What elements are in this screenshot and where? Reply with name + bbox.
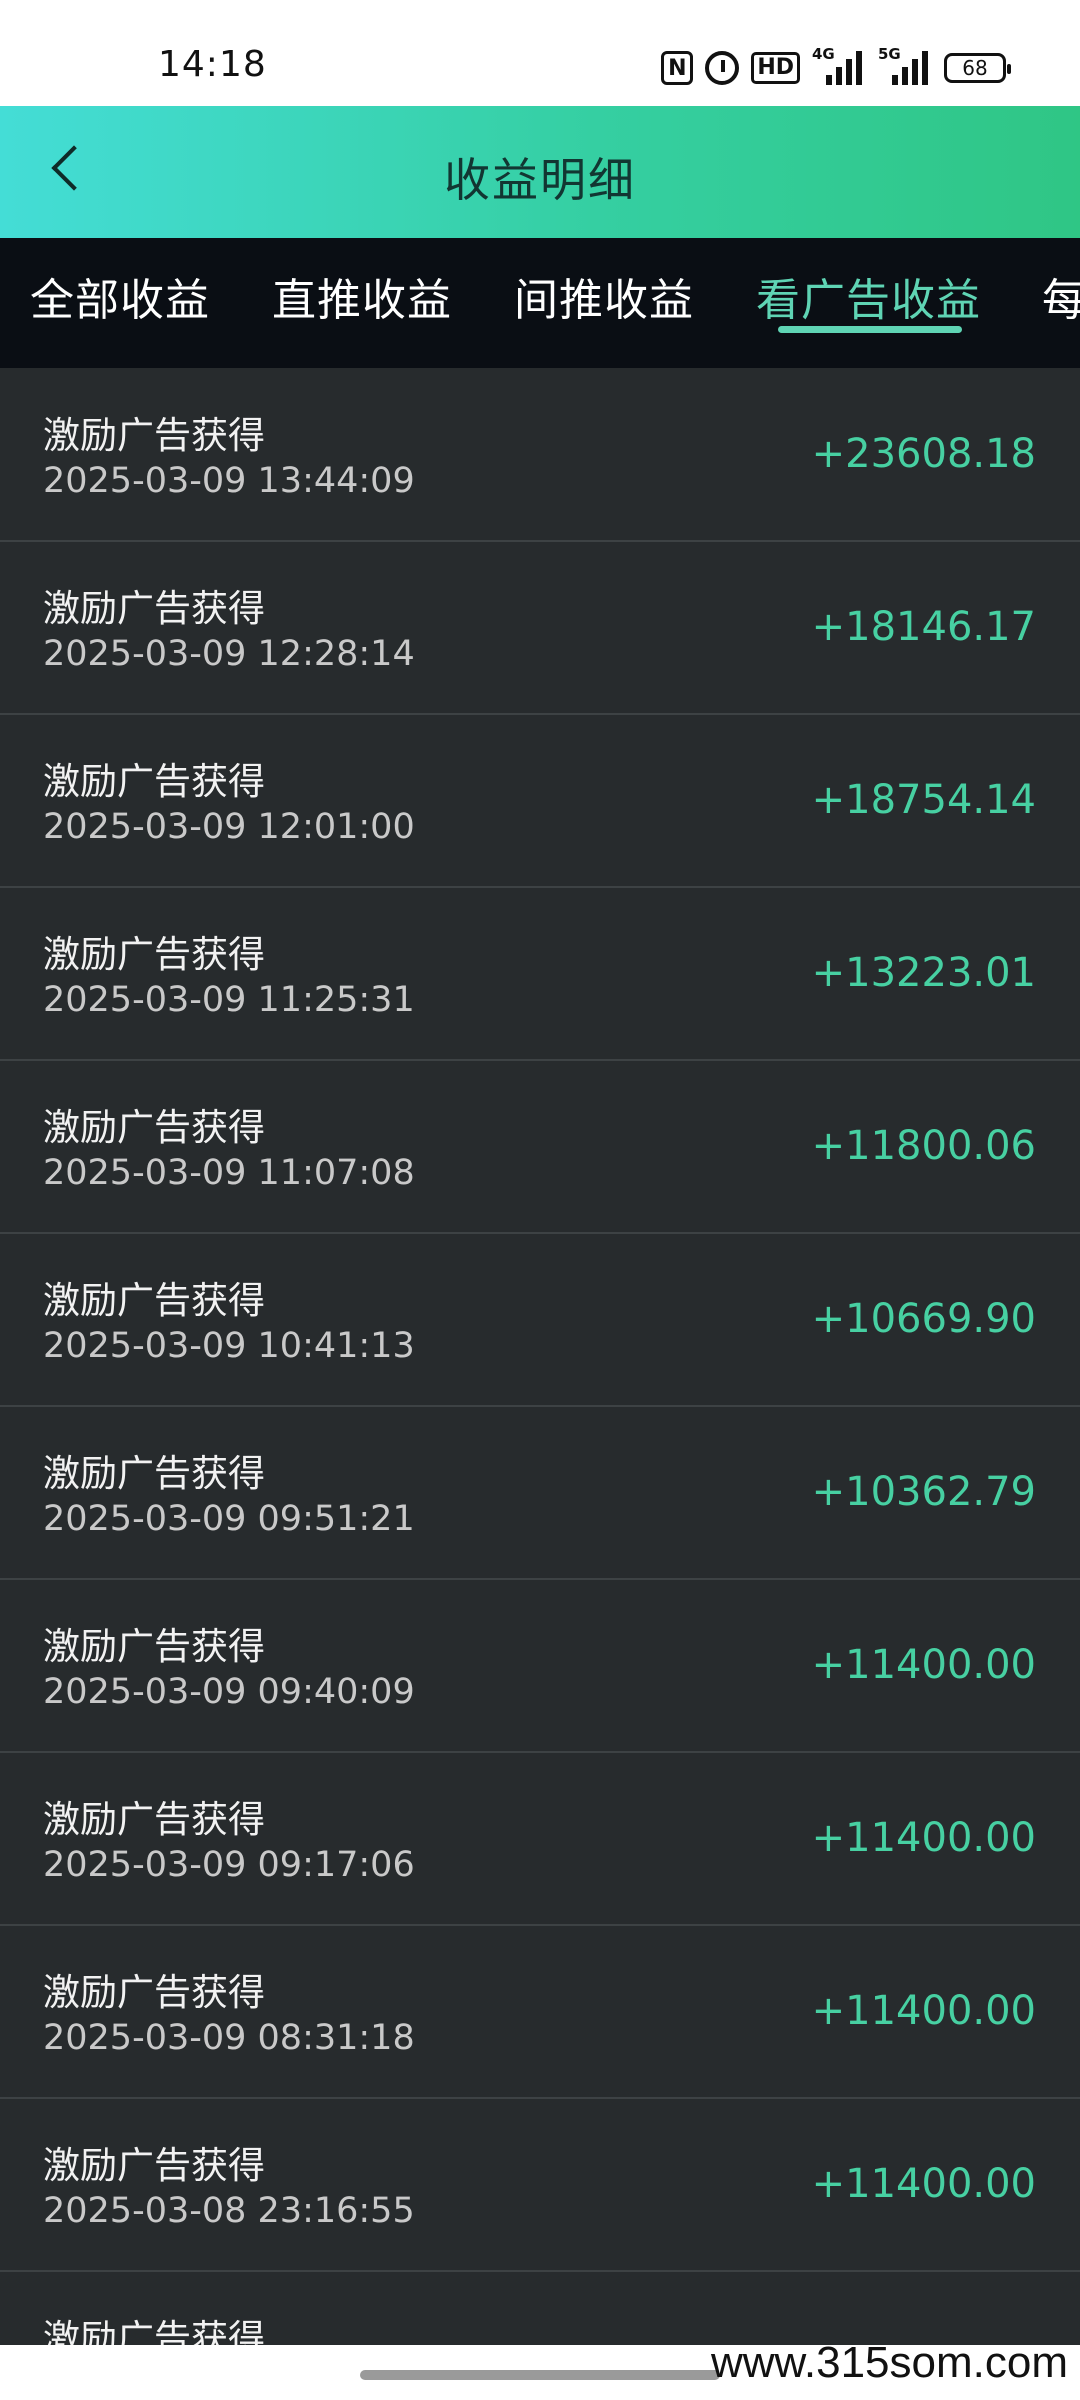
record-amount: +11800.06 <box>811 1123 1036 1169</box>
record-amount: +18146.17 <box>811 604 1036 650</box>
list-item[interactable]: 激励广告获得 2025-03-09 13:44:09 +23608.18 <box>0 369 1080 542</box>
signal-4g-icon: 4G <box>812 45 866 85</box>
record-time: 2025-03-09 12:01:00 <box>43 807 415 847</box>
record-time: 2025-03-09 10:41:13 <box>43 1326 415 1366</box>
record-amount: +10669.90 <box>811 1296 1036 1342</box>
record-time: 2025-03-08 23:16:55 <box>43 2191 415 2231</box>
earnings-list[interactable]: 激励广告获得 2025-03-09 13:44:09 +23608.18 激励广… <box>0 369 1080 2372</box>
signal-5g-icon: 5G <box>878 45 932 85</box>
list-item[interactable]: 激励广告获得 2025-03-09 08:31:18 +11400.00 <box>0 1926 1080 2099</box>
tab-daily-earnings[interactable]: 每 <box>1042 264 1080 328</box>
list-item[interactable]: 激励广告获得 2025-03-09 11:07:08 +11800.06 <box>0 1061 1080 1234</box>
home-indicator[interactable] <box>360 2370 720 2380</box>
record-title: 激励广告获得 <box>43 587 265 630</box>
record-amount: +11400.00 <box>811 1815 1036 1861</box>
list-item[interactable]: 激励广告获得 2025-03-09 09:51:21 +10362.79 <box>0 1407 1080 1580</box>
record-title: 激励广告获得 <box>43 760 265 803</box>
record-amount: +11400.00 <box>811 2161 1036 2207</box>
record-time: 2025-03-09 11:07:08 <box>43 1153 415 1193</box>
record-title: 激励广告获得 <box>43 933 265 976</box>
hd-icon: HD <box>751 52 800 84</box>
record-amount: +13223.01 <box>811 950 1036 996</box>
status-icons: N HD 4G 5G 68 <box>661 45 1011 88</box>
record-amount: +11400.00 <box>811 1642 1036 1688</box>
record-title: 激励广告获得 <box>43 1798 265 1841</box>
record-time: 2025-03-09 13:44:09 <box>43 461 415 501</box>
tab-direct-earnings[interactable]: 直推收益 <box>272 264 452 328</box>
list-item[interactable]: 激励广告获得 2025-03-09 11:25:31 +13223.01 <box>0 888 1080 1061</box>
record-time: 2025-03-09 09:40:09 <box>43 1672 415 1712</box>
signal-4g-label: 4G <box>812 45 835 63</box>
record-time: 2025-03-09 12:28:14 <box>43 634 415 674</box>
record-title: 激励广告获得 <box>43 414 265 457</box>
record-title: 激励广告获得 <box>43 1971 265 2014</box>
record-amount: +11400.00 <box>811 1988 1036 2034</box>
header-bar: 收益明细 <box>0 106 1080 238</box>
record-title: 激励广告获得 <box>43 2144 265 2187</box>
record-title: 激励广告获得 <box>43 1106 265 1149</box>
record-title: 激励广告获得 <box>43 1279 265 1322</box>
list-item[interactable]: 激励广告获得 2025-03-09 12:01:00 +18754.14 <box>0 715 1080 888</box>
tab-bar: 全部收益 直推收益 间推收益 看广告收益 每 <box>0 238 1080 368</box>
record-time: 2025-03-09 09:51:21 <box>43 1499 415 1539</box>
list-item[interactable]: 激励广告获得 2025-03-09 09:17:06 +11400.00 <box>0 1753 1080 1926</box>
list-item[interactable]: 激励广告获得 2025-03-09 12:28:14 +18146.17 <box>0 542 1080 715</box>
record-time: 2025-03-09 11:25:31 <box>43 980 415 1020</box>
alarm-icon <box>705 51 740 85</box>
battery-icon: 68 <box>944 53 1011 83</box>
record-amount: +10362.79 <box>811 1469 1036 1515</box>
status-time: 14:18 <box>158 44 267 85</box>
tab-all-earnings[interactable]: 全部收益 <box>30 264 210 328</box>
list-item[interactable]: 激励广告获得 2025-03-09 09:40:09 +11400.00 <box>0 1580 1080 1753</box>
tab-indirect-earnings[interactable]: 间推收益 <box>514 264 694 328</box>
list-item[interactable]: 激励广告获得 2025-03-09 10:41:13 +10669.90 <box>0 1234 1080 1407</box>
page-title: 收益明细 <box>444 153 636 207</box>
record-time: 2025-03-09 09:17:06 <box>43 1845 415 1885</box>
record-title: 激励广告获得 <box>43 1625 265 1668</box>
watermark-text: www.315som.com <box>710 2338 1068 2387</box>
record-amount: +18754.14 <box>811 777 1036 823</box>
active-tab-indicator <box>778 326 962 333</box>
record-title: 激励广告获得 <box>43 1452 265 1495</box>
record-time: 2025-03-09 08:31:18 <box>43 2018 415 2058</box>
list-item[interactable]: 激励广告获得 2025-03-08 23:16:55 +11400.00 <box>0 2099 1080 2272</box>
tab-ad-earnings[interactable]: 看广告收益 <box>756 264 981 328</box>
record-amount: +23608.18 <box>811 431 1036 477</box>
status-bar: 14:18 N HD 4G 5G 68 <box>0 0 1080 106</box>
signal-5g-label: 5G <box>878 45 901 63</box>
nfc-icon: N <box>661 51 694 85</box>
